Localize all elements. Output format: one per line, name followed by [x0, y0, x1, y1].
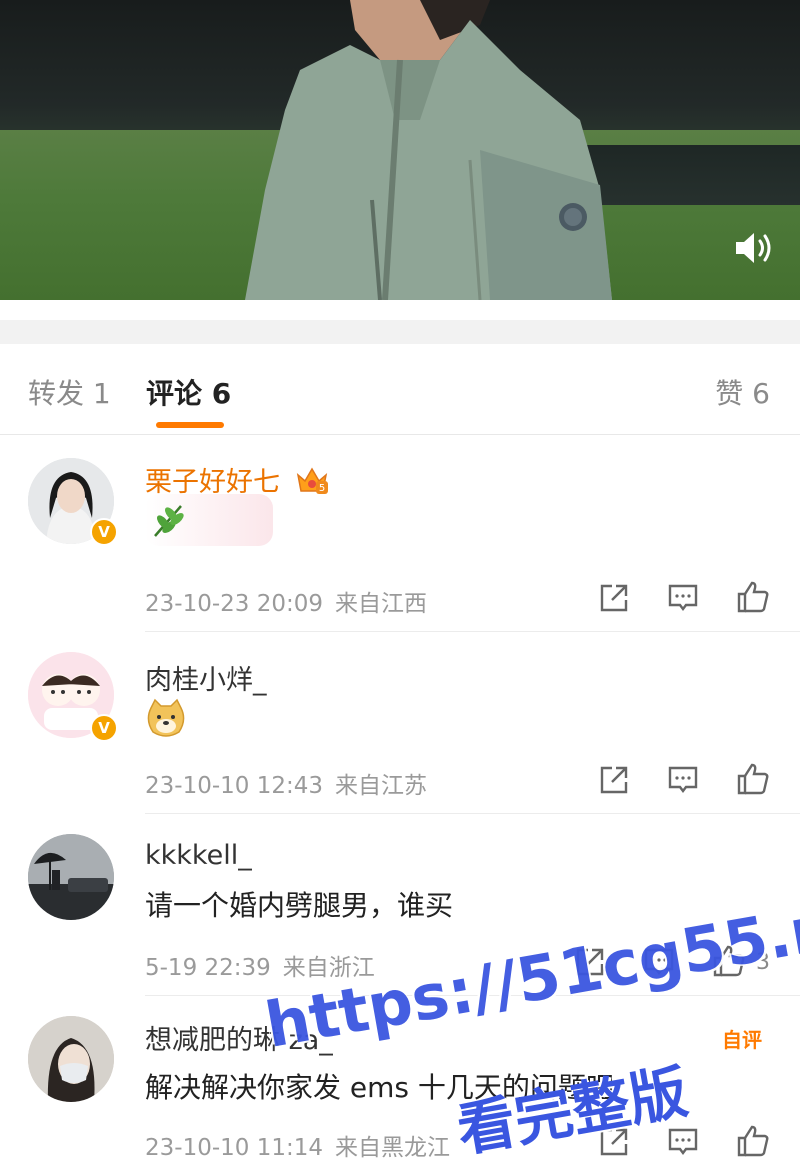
- verified-badge: V: [90, 714, 118, 742]
- video-player[interactable]: [0, 0, 800, 300]
- reply-button[interactable]: [667, 1126, 699, 1162]
- thumbs-up-icon: [737, 581, 769, 613]
- tab-bar: 转发 1 评论 6 赞 6: [0, 344, 800, 435]
- comment-meta: 23-10-23 20:09 来自江西: [145, 584, 427, 618]
- author-self-comment-tag: 自评: [722, 1028, 762, 1052]
- sound-toggle-button[interactable]: [732, 228, 776, 268]
- comment-text: 请一个婚内劈腿男，谁买: [145, 889, 454, 922]
- comment-location: 来自黑龙江: [335, 1135, 450, 1161]
- comment-location: 来自江苏: [335, 773, 427, 799]
- comment-time: 5-19 22:39: [145, 955, 271, 981]
- comment-item: V 栗子好好七 5 23-10-23 20:09 来自江西: [0, 434, 800, 632]
- comment-meta: 23-10-10 12:43 来自江苏: [145, 766, 427, 800]
- avatar-image: [28, 1016, 114, 1102]
- avatar[interactable]: [28, 834, 114, 920]
- svg-text:5: 5: [318, 483, 324, 494]
- tab-comments[interactable]: 评论 6: [146, 372, 231, 412]
- share-button[interactable]: [598, 764, 630, 800]
- section-gap: [0, 300, 800, 344]
- speaker-icon: [736, 233, 771, 263]
- share-icon: [600, 584, 628, 612]
- comment-item: V 肉桂小烊_ 23-10-10 12:43 来自江苏: [0, 632, 800, 814]
- active-tab-indicator: [156, 422, 224, 428]
- share-icon: [600, 766, 628, 794]
- tab-repost[interactable]: 转发 1: [28, 372, 111, 412]
- share-button[interactable]: [598, 582, 630, 618]
- comment-username[interactable]: 肉桂小烊_: [145, 658, 267, 697]
- thumbs-up-icon: [737, 1125, 769, 1157]
- leaf-emoji-icon: [154, 505, 184, 537]
- verified-badge: V: [90, 518, 118, 546]
- reply-button[interactable]: [667, 764, 699, 800]
- comment-sticker: [145, 494, 273, 546]
- comment-username[interactable]: kkkkell_: [145, 840, 252, 871]
- reply-button[interactable]: [667, 582, 699, 618]
- person-in-jacket: [245, 0, 612, 300]
- doge-emoji-icon: [145, 698, 187, 742]
- thumbs-up-icon: [737, 763, 769, 795]
- like-button[interactable]: [736, 762, 770, 800]
- comment-time: 23-10-10 12:43: [145, 773, 323, 799]
- comment-time: 23-10-10 11:14: [145, 1135, 323, 1161]
- tab-likes[interactable]: 赞 6: [715, 372, 770, 412]
- comment-icon: [668, 766, 698, 793]
- crown-icon: 5: [295, 465, 329, 502]
- comment-meta: 23-10-10 11:14 来自黑龙江: [145, 1128, 450, 1162]
- avatar-image: [28, 834, 114, 920]
- comment-icon: [668, 584, 698, 611]
- like-button[interactable]: [736, 1124, 770, 1162]
- like-button[interactable]: [736, 580, 770, 618]
- comment-location: 来自江西: [335, 591, 427, 617]
- avatar[interactable]: [28, 1016, 114, 1102]
- comment-time: 23-10-23 20:09: [145, 591, 323, 617]
